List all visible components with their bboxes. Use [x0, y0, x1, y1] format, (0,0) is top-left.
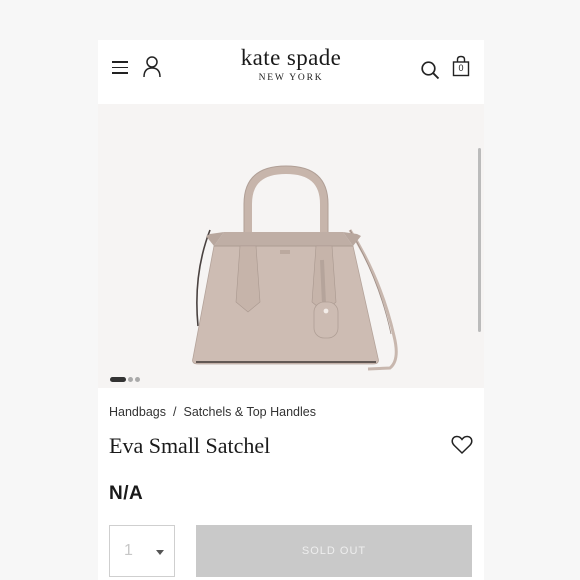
logo-wordmark: kate spade [240, 45, 342, 70]
product-image-carousel[interactable] [98, 104, 484, 388]
breadcrumb-separator: / [173, 405, 177, 419]
carousel-indicators [110, 371, 142, 383]
product-price: N/A [109, 483, 144, 504]
chevron-down-icon [156, 550, 164, 555]
carousel-dot[interactable] [110, 377, 126, 383]
account-icon[interactable] [142, 55, 162, 79]
search-icon[interactable] [420, 60, 440, 80]
breadcrumb-link-satchels[interactable]: Satchels & Top Handles [183, 405, 316, 419]
product-image [192, 165, 398, 371]
product-page: kate spade NEW YORK 0 Handbags / Satchel… [98, 40, 484, 580]
bag-count: 0 [458, 63, 464, 73]
logo-tagline: NEW YORK [258, 73, 324, 83]
image-scrollbar[interactable] [478, 148, 481, 332]
shopping-bag-button[interactable]: 0 [452, 55, 470, 77]
sold-out-button[interactable]: SOLD OUT [196, 525, 472, 577]
site-header: kate spade NEW YORK 0 [98, 40, 484, 104]
quantity-value: 1 [124, 542, 133, 559]
breadcrumb: Handbags / Satchels & Top Handles [109, 405, 316, 419]
menu-icon[interactable] [112, 61, 128, 75]
breadcrumb-link-handbags[interactable]: Handbags [109, 405, 166, 419]
brand-logo[interactable]: kate spade NEW YORK [218, 44, 364, 83]
heart-icon[interactable] [451, 435, 473, 455]
product-title: Eva Small Satchel [109, 433, 271, 458]
quantity-select[interactable]: 1 [109, 525, 175, 577]
